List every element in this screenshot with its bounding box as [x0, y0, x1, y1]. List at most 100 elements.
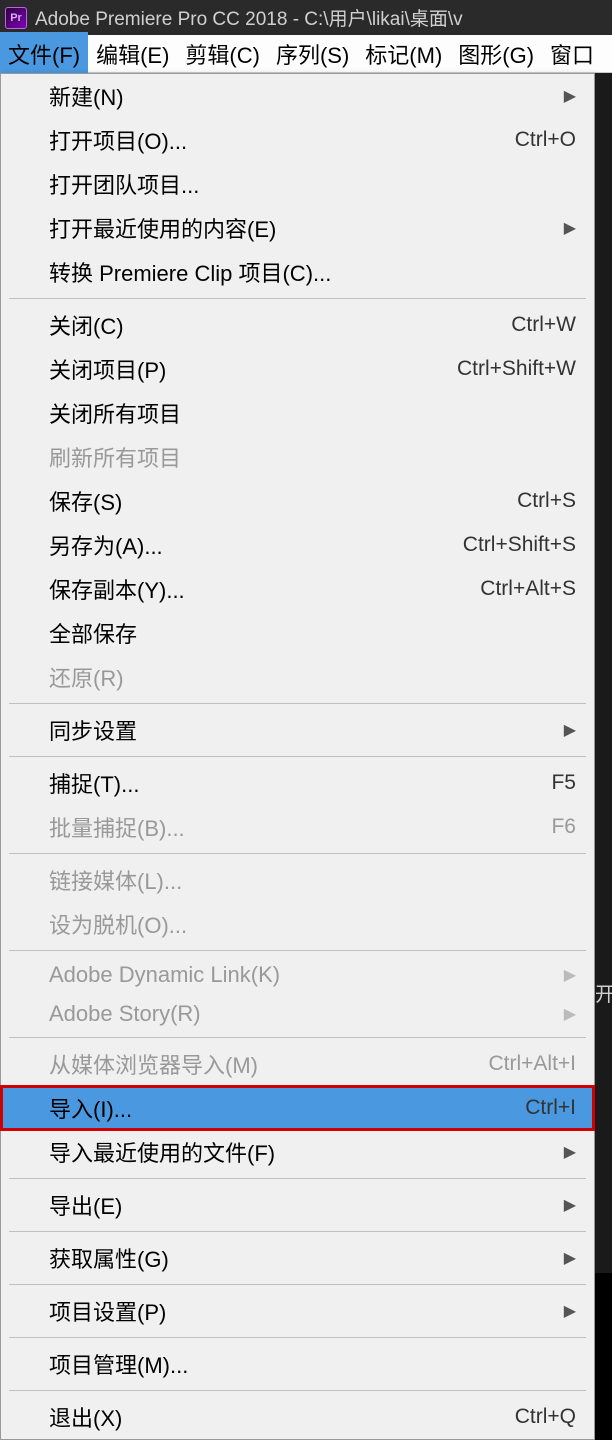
menu-item-label: 新建(N): [49, 80, 124, 112]
menu-item-label: 获取属性(G): [49, 1242, 169, 1274]
menu-item-1-5[interactable]: 另存为(A)...Ctrl+Shift+S: [1, 523, 594, 567]
menu-item-0-1[interactable]: 打开项目(O)... Ctrl+O: [1, 118, 594, 162]
menu-item-shortcut: Ctrl+Q: [515, 1405, 576, 1429]
separator: [9, 756, 586, 757]
menu-2[interactable]: 剪辑(C): [177, 32, 268, 76]
separator: [9, 1231, 586, 1232]
menu-item-1-0[interactable]: 关闭(C) Ctrl+W: [1, 303, 594, 347]
separator: [9, 298, 586, 299]
menu-item-0-4[interactable]: 转换 Premiere Clip 项目(C)...: [1, 250, 594, 294]
separator: [9, 1178, 586, 1179]
menu-item-label: 导出(E): [49, 1189, 122, 1221]
chevron-right-icon: ▶: [564, 1004, 576, 1024]
window-title: Adobe Premiere Pro CC 2018 - C:\用户\likai…: [35, 4, 463, 31]
menu-item-label: 设为脱机(O)...: [49, 908, 187, 940]
menu-item-3-1: 批量捕捉(B)... F6: [1, 805, 594, 849]
menu-item-label: 捕捉(T)...: [49, 767, 139, 799]
menu-item-6-0: 从媒体浏览器导入(M) Ctrl+Alt+I: [1, 1042, 594, 1086]
menu-item-label: 打开项目(O)...: [49, 124, 187, 156]
menu-item-1-2[interactable]: 关闭所有项目: [1, 391, 594, 435]
menu-item-11-0[interactable]: 退出(X) Ctrl+Q: [1, 1395, 594, 1439]
app-icon: Pr: [5, 7, 27, 29]
separator: [9, 1284, 586, 1285]
menu-item-label: 关闭(C): [49, 309, 124, 341]
menu-item-label: 导入(I)...: [49, 1092, 132, 1124]
menu-item-label: 导入最近使用的文件(F): [49, 1136, 275, 1168]
separator: [9, 1037, 586, 1038]
menu-0[interactable]: 文件(F): [0, 32, 88, 76]
menu-item-label: 保存(S): [49, 485, 122, 517]
menu-item-label: 全部保存: [49, 617, 137, 649]
file-menu-dropdown: 新建(N) ▶ 打开项目(O)... Ctrl+O 打开团队项目... 打开最近使用的内容…: [0, 73, 595, 1440]
menu-item-label: 链接媒体(L)...: [49, 864, 182, 896]
chevron-right-icon: ▶: [564, 1195, 576, 1215]
menu-item-shortcut: Ctrl+Alt+S: [480, 577, 576, 601]
menu-item-label: Adobe Story(R): [49, 1001, 201, 1027]
menu-item-6-1[interactable]: 导入(I)... Ctrl+I: [1, 1086, 594, 1130]
separator: [9, 950, 586, 951]
menu-item-label: 项目设置(P): [49, 1295, 166, 1327]
menu-item-1-7[interactable]: 全部保存: [1, 611, 594, 655]
menu-5[interactable]: 图形(G): [450, 32, 542, 76]
chevron-right-icon: ▶: [564, 1248, 576, 1268]
chevron-right-icon: ▶: [564, 86, 576, 106]
menu-item-shortcut: Ctrl+S: [517, 489, 576, 513]
menu-item-label: 从媒体浏览器导入(M): [49, 1048, 258, 1080]
menu-item-label: 关闭所有项目: [49, 397, 181, 429]
separator: [9, 703, 586, 704]
menu-item-shortcut: F6: [551, 815, 576, 839]
menu-item-label: 转换 Premiere Clip 项目(C)...: [49, 256, 331, 288]
menu-item-8-0[interactable]: 获取属性(G) ▶: [1, 1236, 594, 1280]
menu-item-label: 同步设置: [49, 714, 137, 746]
separator: [9, 853, 586, 854]
menu-item-0-2[interactable]: 打开团队项目...: [1, 162, 594, 206]
menu-item-shortcut: Ctrl+Shift+W: [457, 357, 576, 381]
menu-item-1-1[interactable]: 关闭项目(P) Ctrl+Shift+W: [1, 347, 594, 391]
chevron-right-icon: ▶: [564, 720, 576, 740]
menu-item-6-2[interactable]: 导入最近使用的文件(F) ▶: [1, 1130, 594, 1174]
menu-item-3-0[interactable]: 捕捉(T)... F5: [1, 761, 594, 805]
menu-item-shortcut: Ctrl+W: [511, 313, 576, 337]
chevron-right-icon: ▶: [564, 218, 576, 238]
menu-item-10-0[interactable]: 项目管理(M)...: [1, 1342, 594, 1386]
menu-3[interactable]: 序列(S): [268, 32, 357, 76]
chevron-right-icon: ▶: [564, 965, 576, 985]
menu-item-shortcut: Ctrl+O: [515, 128, 576, 152]
menu-item-label: 另存为(A)...: [49, 529, 163, 561]
menu-item-label: 保存副本(Y)...: [49, 573, 185, 605]
menu-item-4-0: 链接媒体(L)...: [1, 858, 594, 902]
menu-item-shortcut: Ctrl+Alt+I: [488, 1052, 576, 1076]
menu-item-2-0[interactable]: 同步设置 ▶: [1, 708, 594, 752]
menu-item-1-3: 刷新所有项目: [1, 435, 594, 479]
menu-item-label: 批量捕捉(B)...: [49, 811, 185, 843]
menu-item-0-0[interactable]: 新建(N) ▶: [1, 74, 594, 118]
menu-item-1-8: 还原(R): [1, 655, 594, 699]
separator: [9, 1337, 586, 1338]
menu-item-0-3[interactable]: 打开最近使用的内容(E) ▶: [1, 206, 594, 250]
menu-item-label: 打开团队项目...: [49, 168, 199, 200]
menu-item-label: 关闭项目(P): [49, 353, 166, 385]
menu-item-label: 项目管理(M)...: [49, 1348, 188, 1380]
background-panel: 开: [595, 73, 612, 1273]
menu-item-label: 刷新所有项目: [49, 441, 181, 473]
menu-item-1-4[interactable]: 保存(S) Ctrl+S: [1, 479, 594, 523]
titlebar: Pr Adobe Premiere Pro CC 2018 - C:\用户\li…: [0, 0, 612, 35]
menu-item-shortcut: F5: [551, 771, 576, 795]
menubar: 文件(F)编辑(E)剪辑(C)序列(S)标记(M)图形(G)窗口: [0, 35, 612, 73]
menu-item-9-0[interactable]: 项目设置(P) ▶: [1, 1289, 594, 1333]
menu-4[interactable]: 标记(M): [357, 32, 450, 76]
menu-item-1-6[interactable]: 保存副本(Y)... Ctrl+Alt+S: [1, 567, 594, 611]
menu-6[interactable]: 窗口: [542, 32, 602, 76]
chevron-right-icon: ▶: [564, 1142, 576, 1162]
menu-item-label: 还原(R): [49, 661, 124, 693]
menu-item-5-1: Adobe Story(R) ▶: [1, 994, 594, 1033]
chevron-right-icon: ▶: [564, 1301, 576, 1321]
menu-item-label: 退出(X): [49, 1401, 122, 1433]
menu-1[interactable]: 编辑(E): [88, 32, 177, 76]
menu-item-label: 打开最近使用的内容(E): [49, 212, 276, 244]
menu-item-label: Adobe Dynamic Link(K): [49, 962, 280, 988]
menu-item-7-0[interactable]: 导出(E) ▶: [1, 1183, 594, 1227]
menu-item-5-0: Adobe Dynamic Link(K) ▶: [1, 955, 594, 994]
menu-item-shortcut: Ctrl+I: [525, 1096, 576, 1120]
separator: [9, 1390, 586, 1391]
